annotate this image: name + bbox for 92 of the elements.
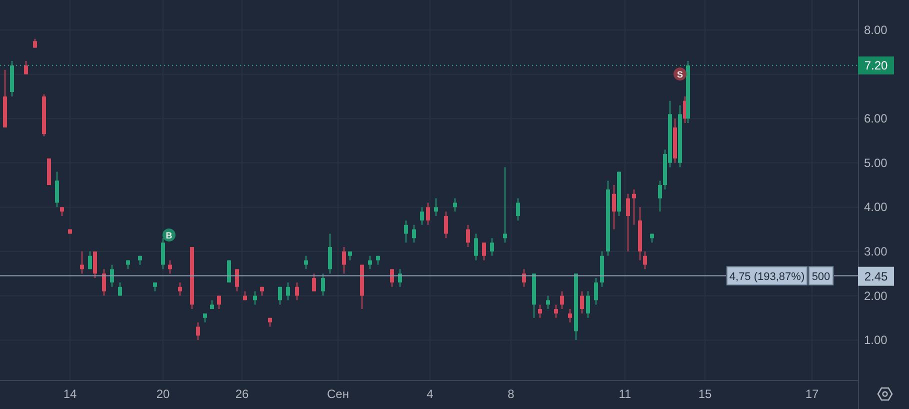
candlestick — [560, 290, 564, 310]
candlestick — [568, 308, 572, 323]
settings-icon[interactable] — [877, 387, 893, 401]
candlestick — [68, 228, 72, 234]
candlestick — [342, 246, 346, 274]
candlestick — [586, 290, 590, 318]
candlestick — [434, 198, 438, 217]
candlestick — [600, 250, 604, 288]
candlestick — [390, 268, 394, 288]
candlestick — [360, 264, 364, 310]
sell-marker[interactable]: S — [674, 68, 686, 80]
candlestick — [196, 322, 200, 341]
candlestick — [554, 304, 558, 318]
candlestick — [594, 278, 598, 306]
candlestick — [580, 290, 584, 314]
candlestick — [178, 282, 182, 296]
candlestick — [376, 255, 380, 266]
candlestick — [190, 246, 194, 310]
candlestick — [426, 202, 430, 226]
candlestick — [398, 268, 402, 288]
candlestick — [490, 238, 494, 256]
candlestick — [10, 60, 14, 97]
candlestick — [412, 224, 416, 244]
price-label: 6.00 — [864, 112, 888, 126]
candlestick — [482, 242, 486, 261]
candlestick — [368, 255, 372, 270]
time-label: 20 — [156, 387, 170, 401]
candlestick — [453, 198, 457, 212]
candlestick — [632, 188, 636, 226]
candlestick — [404, 220, 408, 244]
time-label: Сен — [327, 387, 349, 401]
current-price-tag: 2.45 — [858, 266, 894, 286]
candlestick — [268, 317, 272, 328]
candlestick — [227, 260, 231, 283]
buy-marker[interactable]: B — [162, 228, 176, 242]
time-label: 4 — [426, 387, 434, 401]
candlestick — [47, 158, 51, 186]
candlestick — [574, 273, 578, 341]
position-label: 4,75 (193,87%) — [726, 266, 808, 286]
candlestick — [444, 211, 448, 239]
candlestick — [650, 233, 654, 244]
candlestick — [420, 206, 424, 226]
candlestick — [203, 312, 207, 323]
price-label: 5.00 — [864, 156, 888, 170]
candlestick — [538, 304, 542, 318]
candlestick — [243, 290, 247, 301]
quantity-label: 500 — [808, 266, 834, 286]
time-label: 14 — [63, 387, 77, 401]
candlestick — [295, 282, 299, 301]
candlestick — [516, 198, 520, 221]
candlestick — [260, 286, 264, 296]
candlestick — [217, 295, 221, 310]
candlestick — [110, 264, 114, 288]
candlestick — [328, 233, 332, 274]
candlestick — [126, 260, 130, 270]
candlestick — [161, 238, 165, 270]
candlestick — [286, 282, 290, 301]
candlestick — [626, 193, 630, 252]
candlestick — [168, 260, 172, 274]
candlestick — [118, 282, 122, 296]
candlestick — [253, 290, 257, 306]
time-label: 15 — [698, 387, 712, 401]
candlestick — [3, 69, 7, 128]
time-label: 8 — [508, 387, 514, 401]
time-label: 11 — [618, 387, 632, 401]
price-label: 8.00 — [864, 23, 888, 37]
candlestick — [102, 268, 106, 296]
price-label: 2.00 — [864, 288, 888, 303]
candlestick — [348, 250, 352, 261]
candlestick — [312, 273, 316, 292]
candlestick — [474, 233, 478, 261]
last-price-tag: 7.20 — [858, 56, 894, 74]
candlestick — [210, 300, 214, 310]
time-label: 26 — [235, 387, 249, 401]
candlestick — [321, 273, 325, 296]
time-label: 17 — [805, 387, 819, 401]
candlestick — [235, 268, 239, 292]
candlestick — [522, 268, 526, 288]
candlestick — [33, 38, 37, 48]
candlestick — [304, 255, 308, 270]
price-label: 4.00 — [864, 200, 888, 214]
candlestick — [138, 255, 142, 266]
candlestick — [532, 273, 536, 318]
candlestick — [80, 250, 84, 274]
candlestick — [546, 295, 550, 310]
candlestick — [24, 60, 28, 75]
candlestick — [466, 224, 470, 248]
candlestick — [278, 286, 282, 306]
price-label: 1.00 — [864, 333, 888, 348]
candlestick — [42, 94, 46, 137]
price-label: 3.00 — [864, 244, 888, 258]
candlestick — [153, 282, 157, 292]
